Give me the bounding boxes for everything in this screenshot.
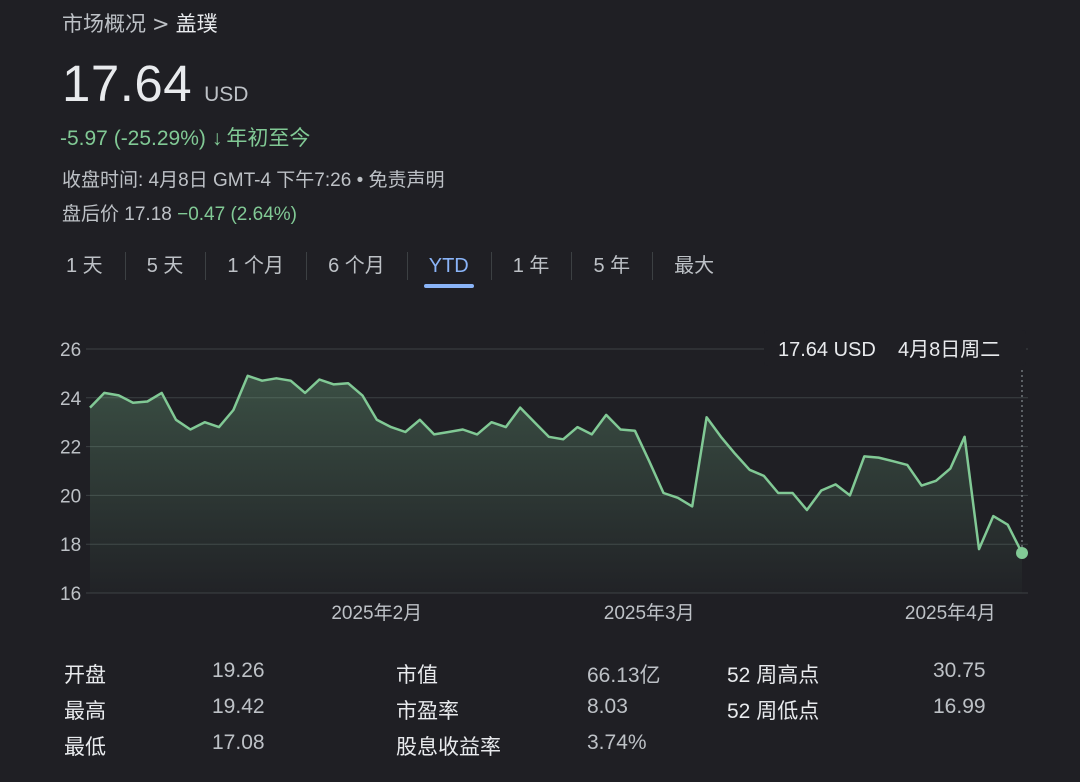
- change-value: -5.97 (-25.29%): [60, 127, 206, 150]
- price-area: [90, 375, 1022, 593]
- y-tick-label: 20: [60, 486, 81, 507]
- x-axis: 2025年2月 2025年3月 2025年4月: [331, 602, 995, 624]
- price-change: -5.97 (-25.29%) ↓ 年初至今: [60, 122, 310, 152]
- x-tick-label: 2025年3月: [604, 602, 695, 624]
- stat-open-value: 19.26: [212, 659, 265, 682]
- change-period: 年初至今: [226, 127, 311, 150]
- stat-pe-value: 8.03: [587, 695, 628, 718]
- range-tabs: 1 天 5 天 1 个月 6 个月 YTD 1 年 5 年 最大: [44, 244, 736, 288]
- tab-1-year[interactable]: 1 年: [490, 244, 572, 288]
- y-tick-label: 26: [60, 340, 81, 361]
- last-price-point: [1016, 546, 1028, 559]
- stat-open-label: 开盘: [64, 664, 106, 687]
- breadcrumb-parent-link[interactable]: 市场概况: [62, 12, 146, 36]
- breadcrumb: 市场概况 > 盖璞: [62, 8, 218, 38]
- tab-max[interactable]: 最大: [652, 244, 736, 288]
- key-stats: 开盘 19.26 最高 19.42 最低 17.08 市值 66.13亿 市盈率…: [0, 650, 1080, 770]
- after-hours-line: 盘后价 17.18 −0.47 (2.64%): [62, 199, 297, 226]
- current-price: 17.64: [62, 55, 193, 112]
- stat-52w-low-value: 16.99: [933, 695, 986, 718]
- after-hours-change: −0.47 (2.64%): [177, 204, 297, 225]
- price-row: 17.64 USD: [62, 54, 248, 113]
- tab-ytd[interactable]: YTD: [406, 244, 491, 288]
- stat-yield-label: 股息收益率: [396, 736, 501, 759]
- y-tick-label: 22: [60, 438, 81, 459]
- tab-5-years[interactable]: 5 年: [571, 244, 652, 288]
- disclaimer-link[interactable]: 免责声明: [369, 170, 445, 191]
- stat-mktcap-value: 66.13亿: [587, 664, 661, 687]
- stat-52w-low-label: 52 周低点: [727, 700, 820, 723]
- y-axis: 16 18 20 22 24 26: [60, 340, 82, 605]
- x-tick-label: 2025年4月: [905, 602, 996, 624]
- stat-52w-high-value: 30.75: [933, 659, 986, 682]
- price-chart[interactable]: 16 18 20 22 24 26 2025年2月 2025年3月 2025年4月 17.64…: [0, 320, 1080, 635]
- stat-52w-high-label: 52 周高点: [727, 664, 820, 687]
- tab-5-days[interactable]: 5 天: [124, 244, 206, 288]
- x-tick-label: 2025年2月: [331, 602, 422, 624]
- stat-high-value: 19.42: [212, 695, 265, 718]
- breadcrumb-separator: >: [152, 12, 170, 36]
- currency-label: USD: [204, 83, 249, 106]
- tab-1-month[interactable]: 1 个月: [205, 244, 306, 288]
- tooltip-date: 4月8日周二: [898, 339, 1000, 361]
- close-time: 收盘时间: 4月8日 GMT-4 下午7:26: [62, 170, 352, 191]
- stat-low-label: 最低: [64, 736, 106, 759]
- after-hours-price: 盘后价 17.18: [62, 204, 172, 225]
- stat-pe-label: 市盈率: [396, 700, 459, 723]
- meta-separator: •: [356, 170, 364, 191]
- tab-6-months[interactable]: 6 个月: [306, 244, 407, 288]
- tooltip-price: 17.64 USD: [778, 339, 876, 361]
- arrow-down-icon: ↓: [211, 127, 223, 150]
- stat-high-label: 最高: [64, 700, 106, 723]
- stat-low-value: 17.08: [212, 731, 265, 754]
- stat-yield-value: 3.74%: [587, 731, 647, 754]
- y-tick-label: 18: [60, 535, 81, 556]
- tab-1-day[interactable]: 1 天: [44, 244, 125, 288]
- y-tick-label: 24: [60, 389, 82, 410]
- close-time-line: 收盘时间: 4月8日 GMT-4 下午7:26 • 免责声明: [62, 165, 445, 192]
- y-tick-label: 16: [60, 584, 81, 605]
- stat-mktcap-label: 市值: [396, 664, 438, 687]
- breadcrumb-current: 盖璞: [175, 12, 218, 36]
